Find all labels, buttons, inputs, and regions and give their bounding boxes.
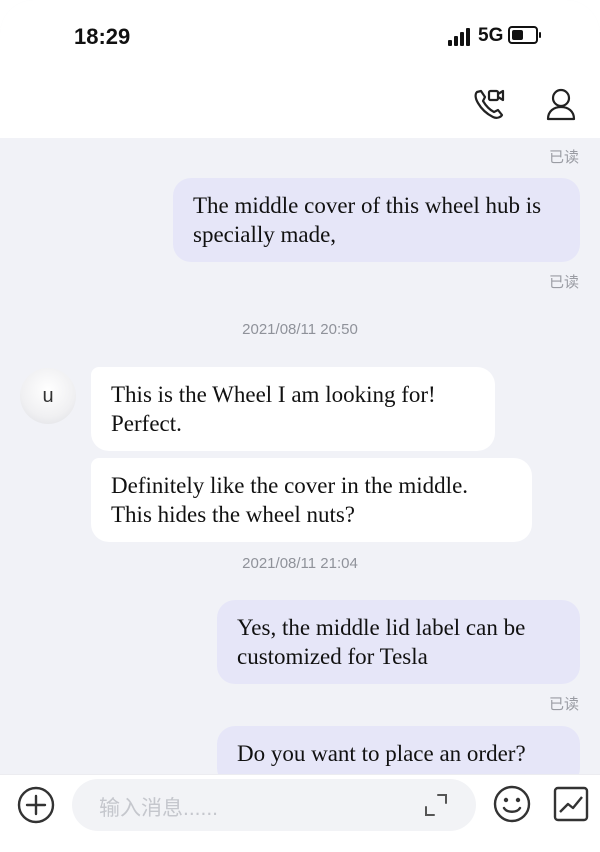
image-icon[interactable] (551, 784, 591, 824)
incoming-message[interactable]: This is the Wheel I am looking for! Perf… (91, 367, 495, 451)
add-icon[interactable] (16, 785, 56, 825)
emoji-icon[interactable] (492, 784, 532, 824)
outgoing-message[interactable]: Yes, the middle lid label can be customi… (217, 600, 580, 684)
status-time: 18:29 (74, 24, 131, 49)
expand-icon[interactable] (422, 791, 450, 819)
status-bar: 18:29 5G (0, 0, 600, 72)
input-bar: 输入消息...... (0, 774, 600, 852)
read-receipt: 已读 (548, 149, 579, 166)
battery-icon (508, 26, 541, 44)
signal-icon (448, 28, 472, 46)
message-input[interactable]: 输入消息...... (72, 779, 476, 831)
chat-header (0, 72, 600, 138)
chat-screen: 18:29 5G 已读 The middle cover of this whe… (0, 0, 600, 852)
read-receipt: 已读 (548, 274, 579, 291)
message-timestamp: 2021/08/11 21:04 (242, 555, 358, 572)
avatar[interactable]: u (20, 368, 76, 424)
outgoing-message[interactable]: The middle cover of this wheel hub is sp… (173, 178, 580, 262)
message-list[interactable]: 已读 The middle cover of this wheel hub is… (0, 138, 600, 786)
message-timestamp: 2021/08/11 20:50 (242, 321, 358, 338)
input-placeholder: 输入消息...... (99, 797, 219, 820)
video-call-icon[interactable] (471, 86, 507, 122)
incoming-message[interactable]: Definitely like the cover in the middle.… (91, 458, 532, 542)
network-label: 5G (478, 25, 504, 46)
read-receipt: 已读 (548, 696, 579, 713)
profile-icon[interactable] (543, 86, 579, 122)
